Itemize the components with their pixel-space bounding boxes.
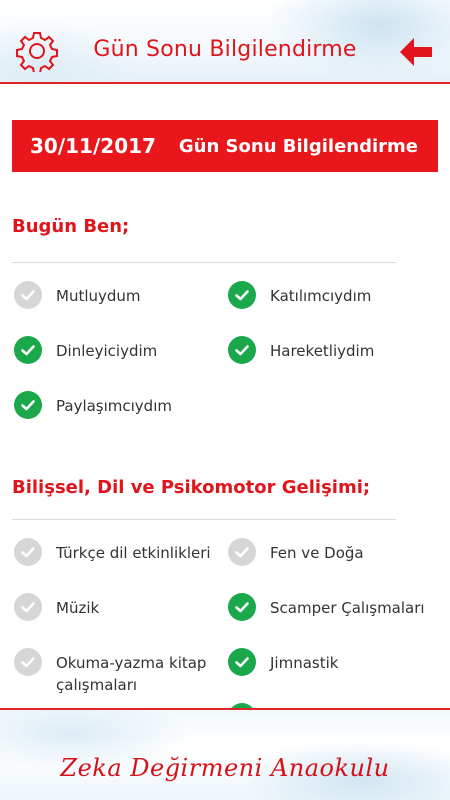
check-item-label: Scamper Çalışmaları [270, 599, 425, 617]
check-item[interactable]: Katılımcıydım [228, 281, 371, 309]
check-item[interactable]: Müzik [14, 593, 99, 621]
check-item[interactable]: Hareketliydim [228, 336, 374, 364]
check-item[interactable]: Türkçe dil etkinlikleri [14, 538, 211, 566]
check-item[interactable]: Mutluydum [14, 281, 141, 309]
school-name-logo: Zeka Değirmeni Anaokulu [60, 754, 390, 782]
check-item[interactable]: Fen ve Doğa [228, 538, 364, 566]
checkmark-icon [228, 538, 256, 566]
checkmark-icon [14, 648, 42, 676]
checkmark-icon [14, 593, 42, 621]
check-item-label: Mutluydum [56, 287, 141, 305]
divider [12, 262, 396, 263]
arrow-left-icon[interactable] [398, 36, 434, 68]
checkmark-icon [228, 593, 256, 621]
checkmark-icon [14, 281, 42, 309]
check-item[interactable]: Paylaşımcıydım [14, 391, 172, 419]
check-item-label: Türkçe dil etkinlikleri [56, 544, 211, 562]
check-item-label: Müzik [56, 599, 100, 617]
checkmark-icon [228, 281, 256, 309]
check-item-label: Okuma-yazma kitap çalışmaları [56, 654, 207, 694]
divider [12, 519, 396, 520]
check-item-label: Katılımcıydım [270, 287, 372, 305]
section-title-gelisim: Bilişsel, Dil ve Psikomotor Gelişimi; [12, 477, 371, 498]
app-header: Gün Sonu Bilgilendirme [0, 0, 450, 84]
report-date: 30/11/2017 [30, 134, 156, 158]
check-item-label: Dinleyiciydim [56, 342, 158, 360]
check-item-label: Jimnastik [270, 654, 339, 672]
check-item[interactable]: Scamper Çalışmaları [228, 593, 425, 621]
section-title-bugun-ben: Bugün Ben; [12, 216, 130, 237]
check-item[interactable]: Jimnastik [228, 648, 338, 676]
check-item-label: Fen ve Doğa [270, 544, 364, 562]
page-title: Gün Sonu Bilgilendirme [93, 37, 357, 62]
date-banner: 30/11/2017 Gün Sonu Bilgilendirme [12, 120, 438, 172]
check-item-label: Paylaşımcıydım [56, 397, 172, 415]
banner-title: Gün Sonu Bilgilendirme [178, 135, 418, 157]
check-item[interactable]: Okuma-yazma kitap çalışmaları [14, 648, 214, 696]
check-item-label: Hareketliydim [270, 342, 375, 360]
checkmark-icon [228, 336, 256, 364]
checkmark-icon [228, 648, 256, 676]
check-item[interactable]: Dinleyiciydim [14, 336, 157, 364]
checkmark-icon [14, 391, 42, 419]
checkmark-icon [14, 538, 42, 566]
checkmark-icon [14, 336, 42, 364]
app-footer: Zeka Değirmeni Anaokulu [0, 708, 450, 800]
